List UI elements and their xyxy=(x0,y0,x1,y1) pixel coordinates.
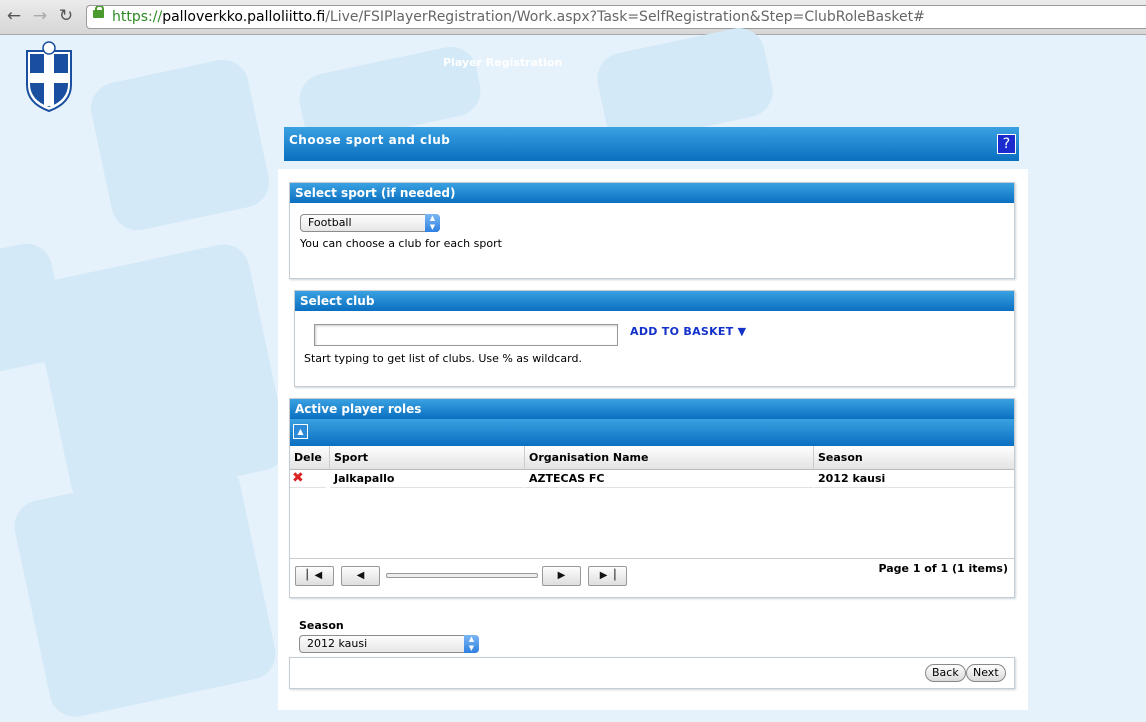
background-tile xyxy=(86,55,274,235)
club-panel-title: Select club xyxy=(295,291,1014,311)
last-page-button[interactable]: ▶▕ xyxy=(588,566,627,586)
first-page-button[interactable]: ▏◀ xyxy=(295,566,334,586)
url-path: /Live/FSIPlayerRegistration/Work.aspx?Ta… xyxy=(325,9,925,25)
main-body: Select sport (if needed) Football ▲ ▼ You… xyxy=(278,169,1028,710)
sport-select-value: Football xyxy=(308,216,352,229)
table-row: ✖ xyxy=(290,470,326,488)
app-title: Player Registration xyxy=(443,56,563,69)
pager-status: Page 1 of 1 (1 items) xyxy=(878,562,1008,575)
page-title: Choose sport and club xyxy=(289,133,451,147)
prev-page-button[interactable]: ◀ xyxy=(341,566,380,586)
background-tile xyxy=(9,458,281,722)
help-button[interactable]: ? xyxy=(997,134,1016,154)
sport-panel-title: Select sport (if needed) xyxy=(290,183,1014,203)
cell-organisation: AZTECAS FC xyxy=(525,470,813,488)
main-header: Choose sport and club ? xyxy=(284,127,1019,161)
grid-toolbar: ▲ xyxy=(290,419,1014,446)
cell-season: 2012 kausi xyxy=(814,470,1014,488)
next-page-button[interactable]: ▶ xyxy=(542,566,581,586)
updown-arrow-icon: ▲ ▼ xyxy=(425,214,440,232)
navigation-panel: Back Next xyxy=(289,657,1015,689)
back-button[interactable]: Back xyxy=(925,664,966,682)
column-header-season[interactable]: Season xyxy=(814,446,1014,470)
club-panel: Select club ADD TO BASKET ▼ Start typing… xyxy=(294,290,1015,387)
pager-slider[interactable] xyxy=(386,573,538,578)
roles-panel: Active player roles ▲ Dele Sport Organis… xyxy=(289,398,1015,598)
sport-hint: You can choose a club for each sport xyxy=(300,237,502,250)
back-arrow-icon[interactable]: ← xyxy=(4,6,24,26)
url-scheme: https:// xyxy=(112,9,163,25)
delete-icon[interactable]: ✖ xyxy=(290,470,304,486)
season-select-value: 2012 kausi xyxy=(307,637,368,650)
forward-arrow-icon[interactable]: → xyxy=(30,6,50,26)
club-hint: Start typing to get list of clubs. Use %… xyxy=(304,352,582,365)
season-select[interactable]: 2012 kausi ▲ ▼ xyxy=(299,635,479,653)
column-header-delete[interactable]: Dele xyxy=(290,446,330,470)
column-header-sport[interactable]: Sport xyxy=(330,446,525,470)
roles-panel-title: Active player roles xyxy=(290,399,1014,419)
next-button[interactable]: Next xyxy=(966,664,1006,682)
federation-shield-logo[interactable] xyxy=(24,41,74,113)
reload-icon[interactable]: ↻ xyxy=(56,6,76,26)
roles-grid: Dele Sport Organisation Name Season ✖ Ja… xyxy=(290,446,1014,559)
sport-panel: Select sport (if needed) Football ▲ ▼ You… xyxy=(289,182,1015,279)
updown-arrow-icon: ▲ ▼ xyxy=(464,635,479,653)
collapse-icon[interactable]: ▲ xyxy=(293,424,308,439)
add-to-basket-link[interactable]: ADD TO BASKET ▼ xyxy=(630,325,746,338)
cell-sport: Jalkapallo xyxy=(330,470,524,488)
lock-icon xyxy=(93,6,104,18)
background-tile xyxy=(28,239,292,511)
url-host: palloverkko.palloliitto.fi xyxy=(162,9,326,25)
column-header-organisation[interactable]: Organisation Name xyxy=(525,446,814,470)
address-bar[interactable]: https://palloverkko.palloliitto.fi/Live/… xyxy=(86,5,1146,29)
season-label: Season xyxy=(299,619,344,632)
sport-select[interactable]: Football ▲ ▼ xyxy=(300,214,440,232)
url-text: https://palloverkko.palloliitto.fi/Live/… xyxy=(112,6,925,28)
club-search-input[interactable] xyxy=(314,324,618,346)
browser-toolbar: ← → ↻ https://palloverkko.palloliitto.fi… xyxy=(0,0,1146,35)
